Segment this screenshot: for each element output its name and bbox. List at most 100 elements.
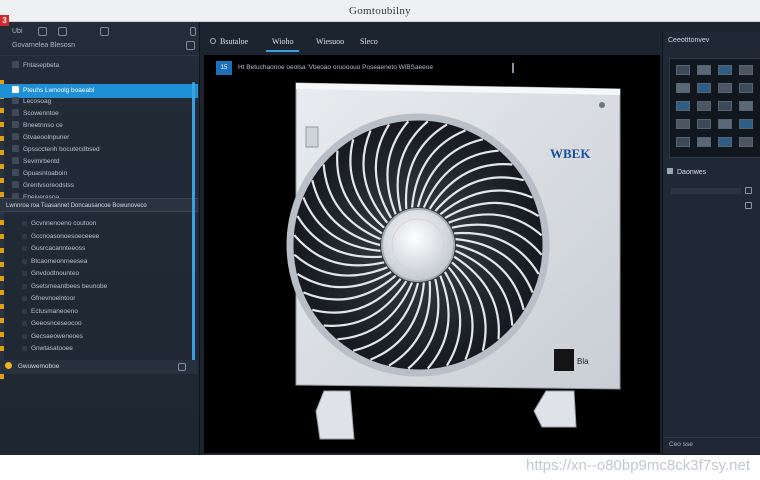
sidebar-subitem-label: Gfnevnoelntoor: [31, 295, 76, 302]
thumbnail[interactable]: [697, 83, 711, 93]
sidebar-header-title: Ubi: [12, 28, 23, 35]
window-icon[interactable]: [38, 27, 47, 36]
tree-node-icon: [22, 271, 27, 276]
sidebar-subitem-label: Gcvnnenoeno coutoon: [31, 220, 97, 227]
thumbnail[interactable]: [697, 119, 711, 129]
sidebar-item[interactable]: Gpuasntoaboin: [0, 168, 198, 180]
sidebar-subitem[interactable]: Geeosnceseocoo: [0, 318, 198, 330]
tab-label: Sleco: [360, 37, 378, 46]
sidebar-item-label: Fhtasepbeta: [23, 62, 60, 69]
thumbnail-grid[interactable]: [669, 58, 760, 158]
thumbnail[interactable]: [718, 65, 732, 75]
item-icon: [12, 145, 19, 152]
thumbnail[interactable]: [676, 101, 690, 111]
thumbnail[interactable]: [718, 101, 732, 111]
sidebar-item[interactable]: Lecosoag: [0, 96, 198, 108]
sidebar-subitem[interactable]: Gnvdodtnounteo: [0, 268, 198, 280]
right-panel-header: Ceeotttonvev: [663, 32, 760, 50]
image-viewer[interactable]: 15 Ht Betuchaonoe oeolsa 'Vbeoao oruooou…: [204, 55, 660, 453]
collapse-icon[interactable]: [745, 202, 752, 209]
sidebar-subitem[interactable]: Btcaomeonrneesea: [0, 256, 198, 268]
thumbnail[interactable]: [676, 83, 690, 93]
sidebar-item[interactable]: Fhtasepbeta: [0, 60, 198, 72]
settings-icon[interactable]: [186, 41, 195, 50]
sidebar-subitem[interactable]: Gsetsmeantbees beunobe: [0, 281, 198, 293]
sidebar-item[interactable]: Sevimrbentd: [0, 156, 198, 168]
window-title: Gomtoubilny: [349, 5, 411, 17]
tree-node-icon: [22, 321, 27, 326]
sidebar-subitem[interactable]: Gcvnnenoeno coutoon: [0, 218, 198, 230]
thumbnail[interactable]: [676, 137, 690, 147]
sidebar-item[interactable]: Bneetnnso ce: [0, 120, 198, 132]
thumbnail[interactable]: [697, 137, 711, 147]
unit-brand-text: WBEK: [550, 146, 591, 161]
footer-toggle-icon[interactable]: [178, 363, 186, 371]
item-icon: [12, 86, 19, 93]
thumbnail[interactable]: [739, 119, 753, 129]
thumbnail[interactable]: [697, 65, 711, 75]
thumbnail[interactable]: [676, 65, 690, 75]
folder-icon[interactable]: [100, 27, 109, 36]
item-icon: [12, 133, 19, 140]
menu-icon[interactable]: [58, 27, 67, 36]
sidebar-item[interactable]: Gtvaeoolnpuner: [0, 132, 198, 144]
tree-node-icon: [22, 346, 27, 351]
app-badge: 3: [0, 15, 9, 26]
sidebar-item-label: Bneetnnso ce: [23, 122, 63, 129]
sidebar-subitem[interactable]: Gecsaeoweneoes: [0, 331, 198, 343]
air-conditioner-image: WBEK Bla: [286, 82, 621, 440]
sidebar-scrollbar[interactable]: [192, 82, 195, 362]
sidebar-item-label: Gtvaeoolnpuner: [23, 134, 70, 141]
status-dot-icon: [5, 362, 12, 369]
sidebar-subitem-label: Gccnoasonoesoeceeee: [31, 232, 100, 240]
sidebar-subitem-label: Btcaomeonrneesea: [31, 257, 88, 265]
tab-3[interactable]: Wiesuoo: [310, 32, 350, 52]
tab-label: Wiesuoo: [316, 37, 345, 46]
sidebar-subitem[interactable]: Gccnoasonoesoeceeee: [0, 231, 198, 243]
thumbnail[interactable]: [697, 101, 711, 111]
sidebar-item-label: Sevimrbentd: [23, 158, 60, 165]
item-icon: [12, 61, 19, 68]
thumbnail[interactable]: [718, 119, 732, 129]
thumbnail[interactable]: [718, 83, 732, 93]
sidebar-subitem[interactable]: Ectusmaneoeno: [0, 306, 198, 318]
sidebar-subitem[interactable]: Gusrcacannteeoss: [0, 243, 198, 255]
sidebar-header: Ubi Govarnelea Blesosn: [0, 22, 199, 56]
expand-icon[interactable]: [745, 187, 752, 194]
item-icon: [12, 157, 19, 164]
sidebar-section-header: Lwnnroa roa Tuasannet Doncausancoe Bowun…: [0, 198, 198, 212]
item-icon: [12, 109, 19, 116]
item-icon: [12, 169, 19, 176]
sidebar-subitem[interactable]: Gnwtasatooee: [0, 343, 198, 355]
sidebar-subitem[interactable]: Gfnevnoelntoor: [0, 293, 198, 305]
sidebar-item[interactable]: Scowenntoe: [0, 108, 198, 120]
sidebar-subitem-label: Geeosnceseocoo: [31, 320, 82, 327]
overflow-icon[interactable]: [190, 27, 196, 36]
sidebar-subitem-label: Gnwtasatooee: [31, 345, 73, 352]
right-panel: Ceeotttonvev Daonwes Ceo sse: [662, 32, 760, 453]
right-panel-title: Ceeotttonvev: [668, 37, 710, 44]
thumbnail[interactable]: [739, 65, 753, 75]
sidebar-item[interactable]: Gpsscctenh bocutecdbsed: [0, 144, 198, 156]
tab-2[interactable]: Wioho: [266, 32, 300, 52]
item-icon: [12, 121, 19, 128]
tab-1[interactable]: Bsutaloe: [204, 32, 254, 52]
sidebar-footer[interactable]: Gwuwemoboe: [0, 360, 198, 374]
thumbnail[interactable]: [739, 101, 753, 111]
right-panel-field[interactable]: [671, 188, 741, 194]
thumbnail[interactable]: [676, 119, 690, 129]
tab-4[interactable]: Sleco: [354, 32, 384, 52]
sidebar-item-label: Lecosoag: [23, 98, 52, 105]
sidebar-subitem-label: Gnvdodtnounteo: [31, 270, 80, 277]
sidebar-subitem-label: Gusrcacannteeoss: [31, 245, 86, 252]
thumbnail[interactable]: [739, 83, 753, 93]
sidebar-item-label: Scowenntoe: [23, 110, 59, 117]
thumbnail[interactable]: [739, 137, 753, 147]
sidebar-subitem-label: Gecsaeoweneoes: [31, 332, 84, 340]
sidebar-item[interactable]: Grentvsoreodstss: [0, 180, 198, 192]
tree-node-icon: [22, 333, 27, 339]
thumbnail[interactable]: [718, 137, 732, 147]
tree-node-icon: [22, 246, 27, 251]
sidebar-header-subtitle: Govarnelea Blesosn: [12, 42, 76, 49]
item-icon: [12, 181, 19, 188]
